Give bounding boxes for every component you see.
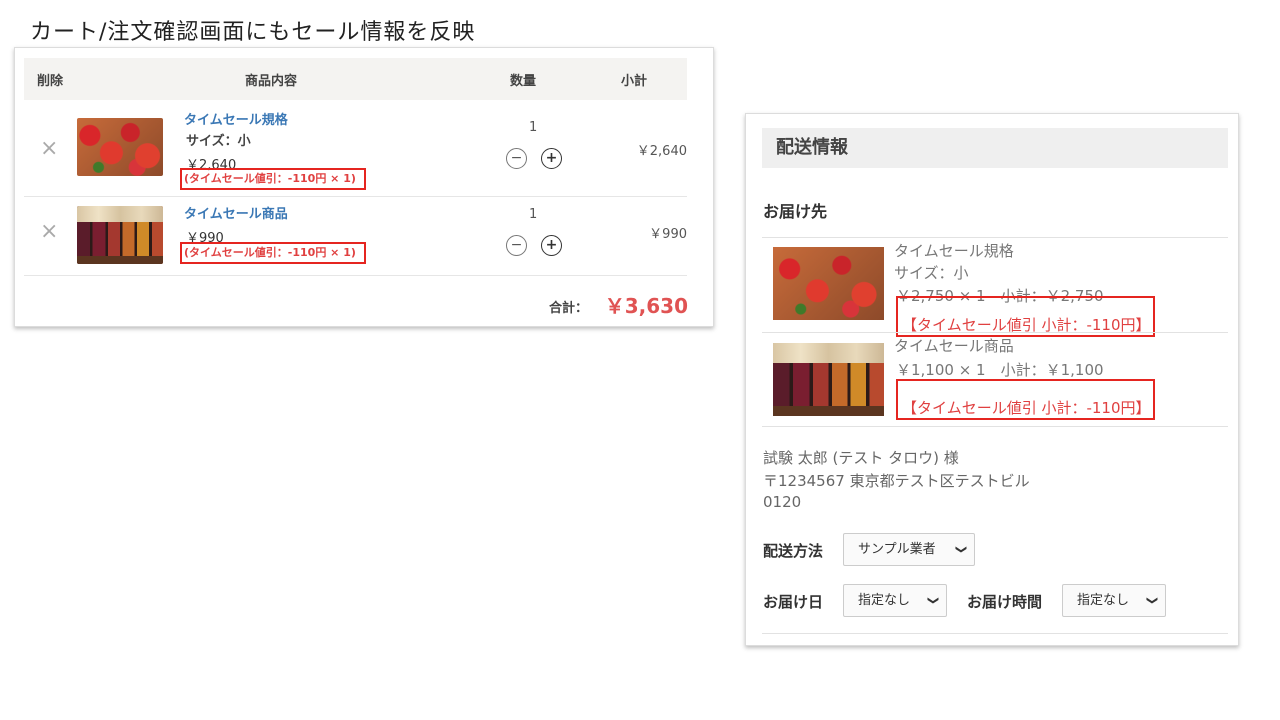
cart-row: × タイムセール商品 ￥990 (タイムセール値引：-110円 × 1) 1 −… (24, 197, 687, 276)
recipient-phone: 0120 (763, 493, 802, 511)
product-image-strawberries[interactable] (77, 118, 163, 176)
sale-discount-note: 【タイムセール値引 小計：-110円】 (896, 296, 1155, 337)
shipping-item: タイムセール規格 サイズ：小 ￥2,750 × 1 小計：￥2,750 【タイム… (762, 238, 1228, 337)
shipping-item-name: タイムセール商品 (894, 337, 1014, 355)
delivery-method-value: サンプル業者 (858, 542, 936, 557)
product-image-jam-jars (773, 343, 884, 416)
divider (762, 426, 1228, 427)
column-header-quantity: 数量 (510, 74, 537, 89)
line-subtotal: ￥990 (649, 227, 687, 242)
total-value: ￥3,630 (604, 294, 688, 318)
cart-panel: 削除 商品内容 数量 小計 × タイムセール規格 サイズ：小 ￥2,640 (タ… (14, 47, 714, 327)
quantity-decrease-button[interactable]: − (506, 148, 527, 169)
product-image-jam-jars[interactable] (77, 206, 163, 264)
cart-row: × タイムセール規格 サイズ：小 ￥2,640 (タイムセール値引：-110円 … (24, 100, 687, 197)
product-image-strawberries (773, 247, 884, 320)
delivery-date-value: 指定なし (858, 593, 911, 608)
sale-discount-note: (タイムセール値引：-110円 × 1) (180, 168, 366, 190)
remove-item-icon[interactable]: × (40, 221, 58, 243)
quantity-value: 1 (529, 120, 538, 135)
column-header-subtotal: 小計 (621, 74, 648, 89)
quantity-value: 1 (529, 207, 538, 222)
delivery-date-label: お届け日 (763, 593, 824, 611)
cart-table-header: 削除 商品内容 数量 小計 (24, 58, 687, 100)
remove-item-icon[interactable]: × (40, 138, 58, 160)
shipping-item-name: タイムセール規格 (894, 242, 1014, 260)
quantity-increase-button[interactable]: + (541, 148, 562, 169)
product-name-link[interactable]: タイムセール商品 (184, 203, 288, 222)
chevron-down-icon: ❯ (926, 595, 940, 606)
delivery-time-select[interactable]: 指定なし ❯ (1062, 584, 1166, 617)
sale-discount-note: (タイムセール値引：-110円 × 1) (180, 242, 366, 264)
shipping-item-price: ￥1,100 × 1 小計：￥1,100 (896, 361, 1104, 379)
delivery-date-select[interactable]: 指定なし ❯ (843, 584, 947, 617)
shipping-item: タイムセール商品 ￥1,100 × 1 小計：￥1,100 【タイムセール値引 … (762, 333, 1228, 427)
sale-discount-note: 【タイムセール値引 小計：-110円】 (896, 379, 1155, 420)
chevron-down-icon: ❯ (954, 544, 968, 555)
total-label: 合計： (549, 301, 589, 316)
product-name-link[interactable]: タイムセール規格 (184, 109, 288, 128)
quantity-increase-button[interactable]: + (541, 235, 562, 256)
delivery-time-value: 指定なし (1077, 593, 1130, 608)
quantity-decrease-button[interactable]: − (506, 235, 527, 256)
chevron-down-icon: ❯ (1145, 595, 1159, 606)
line-subtotal: ￥2,640 (636, 144, 687, 159)
shipping-item-variant: サイズ：小 (894, 264, 969, 282)
shipping-panel: 配送情報 お届け先 タイムセール規格 サイズ：小 ￥2,750 × 1 小計：￥… (745, 113, 1239, 646)
recipient-name: 試験 太郎 (テスト タロウ) 様 (763, 449, 959, 467)
recipient-address: 〒1234567 東京都テスト区テストビル (763, 472, 1030, 490)
column-header-delete: 削除 (37, 74, 64, 89)
delivery-method-label: 配送方法 (763, 542, 824, 560)
divider (762, 633, 1228, 634)
slide-title: カート/注文確認画面にもセール情報を反映 (30, 20, 476, 45)
product-variant: サイズ：小 (186, 134, 251, 149)
delivery-time-label: お届け時間 (967, 593, 1043, 611)
destination-label: お届け先 (763, 202, 828, 221)
delivery-method-select[interactable]: サンプル業者 ❯ (843, 533, 975, 566)
column-header-content: 商品内容 (245, 74, 298, 89)
shipping-header: 配送情報 (762, 128, 1228, 168)
